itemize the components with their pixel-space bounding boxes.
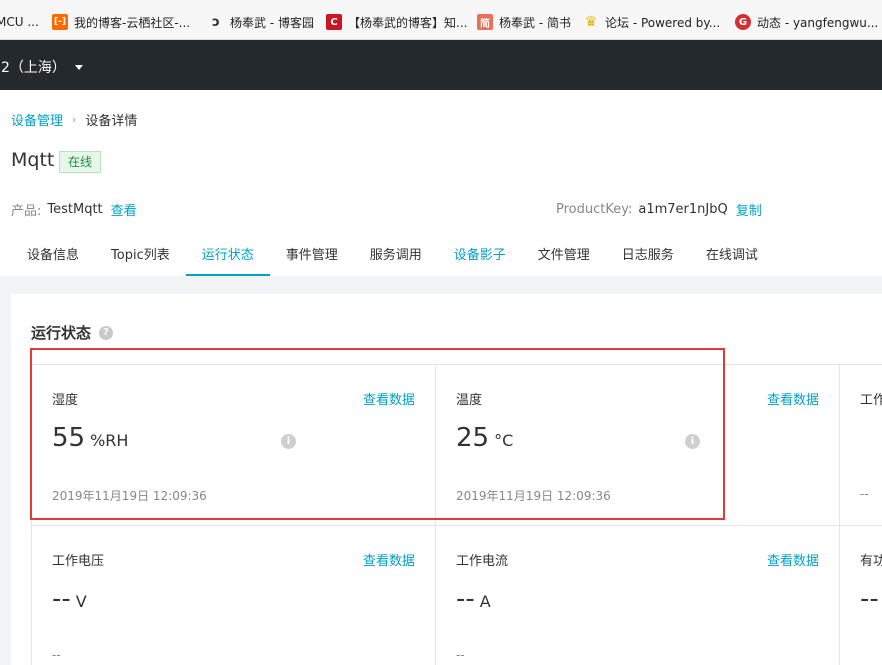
region-selector[interactable]: 东2（上海） bbox=[0, 57, 83, 77]
property-name: 有功 bbox=[860, 554, 882, 569]
bookmark-label: MCU ... bbox=[0, 15, 39, 29]
value-number: 25 bbox=[456, 423, 490, 453]
value-unit: V bbox=[75, 592, 87, 611]
property-grid: 湿度 查看数据 55 %RH i 2019年11月19日 12:09:36 温度… bbox=[31, 364, 882, 665]
cnblogs-icon: ↄ bbox=[212, 14, 220, 30]
bookmark-forum[interactable]: ♛ 论坛 - Powered by... bbox=[583, 12, 721, 32]
g-icon: G bbox=[735, 14, 751, 30]
bookmarks-bar: MCU ... [-] 我的博客-云栖社区-... ↄ 杨奉武 - 博客园 C … bbox=[0, 0, 882, 40]
trophy-icon: ♛ bbox=[584, 14, 598, 30]
property-name: 工作电流 bbox=[456, 554, 509, 569]
property-name: 温度 bbox=[456, 393, 483, 408]
info-icon[interactable]: i bbox=[685, 434, 700, 449]
bookmark-label: 杨奉武 - 博客园 bbox=[230, 15, 314, 30]
caret-down-icon bbox=[74, 65, 83, 70]
property-card-active-power: 有功 -- bbox=[840, 526, 882, 665]
bookmark-dynamic[interactable]: G 动态 - yangfengwu... bbox=[735, 12, 878, 32]
tab-topic-list[interactable]: Topic列表 bbox=[95, 240, 186, 276]
product-key-label: ProductKey: bbox=[556, 202, 633, 217]
product-key-info: ProductKey: a1m7er1nJbQ 复制 bbox=[556, 200, 762, 219]
value-unit: %RH bbox=[90, 431, 129, 450]
view-data-link[interactable]: 查看数据 bbox=[363, 550, 415, 569]
property-value: -- A bbox=[456, 584, 491, 614]
property-card-voltage: 工作电压 查看数据 -- V -- bbox=[32, 526, 436, 665]
jianshu-icon: 简 bbox=[477, 14, 493, 30]
value-number: -- bbox=[860, 584, 879, 614]
bookmark-mcu[interactable]: MCU ... bbox=[0, 12, 39, 32]
update-time: 2019年11月19日 12:09:36 bbox=[52, 489, 207, 503]
run-status-panel: 运行状态 ? 湿度 查看数据 55 %RH i 2019年11月19日 12:0… bbox=[11, 294, 882, 665]
property-card-current: 工作电流 查看数据 -- A -- bbox=[436, 526, 840, 665]
update-time: 2019年11月19日 12:09:36 bbox=[456, 489, 611, 503]
product-key-value: a1m7er1nJbQ bbox=[638, 202, 728, 217]
breadcrumb-device-management[interactable]: 设备管理 bbox=[11, 110, 63, 129]
tab-online-debug[interactable]: 在线调试 bbox=[690, 240, 774, 276]
region-label: 东2（上海） bbox=[0, 60, 66, 76]
property-name: 工作电压 bbox=[52, 554, 105, 569]
update-time: -- bbox=[52, 648, 61, 662]
bookmark-cnblogs[interactable]: ↄ 杨奉武 - 博客园 bbox=[208, 12, 314, 32]
property-value: 25 °C bbox=[456, 423, 513, 453]
breadcrumb-device-detail: 设备详情 bbox=[85, 114, 138, 129]
content-area: 设备管理 › 设备详情 Mqtt 在线 产品: TestMqtt 查看 Prod… bbox=[0, 90, 882, 665]
bookmark-aliyun[interactable]: [-] 我的博客-云栖社区-... bbox=[52, 12, 190, 32]
detail-tabs: 设备信息 Topic列表 运行状态 事件管理 服务调用 设备影子 文件管理 日志… bbox=[11, 240, 774, 276]
copy-key-link[interactable]: 复制 bbox=[736, 200, 762, 219]
device-header: 设备管理 › 设备详情 Mqtt 在线 产品: TestMqtt 查看 Prod… bbox=[0, 90, 882, 276]
tab-file-management[interactable]: 文件管理 bbox=[522, 240, 606, 276]
property-card-temperature: 温度 查看数据 25 °C i 2019年11月19日 12:09:36 bbox=[436, 365, 840, 526]
property-value: -- V bbox=[52, 584, 87, 614]
panel-title-text: 运行状态 bbox=[31, 324, 92, 342]
update-time: -- bbox=[456, 648, 465, 662]
status-badge: 在线 bbox=[59, 151, 102, 173]
tab-device-shadow[interactable]: 设备影子 bbox=[438, 240, 522, 276]
info-icon[interactable]: i bbox=[281, 434, 296, 449]
bookmark-label: 动态 - yangfengwu... bbox=[757, 15, 879, 30]
bookmark-csdn[interactable]: C 【杨奉武的博客】知... bbox=[326, 12, 467, 32]
product-label: 产品: bbox=[11, 204, 42, 219]
view-data-link[interactable]: 查看数据 bbox=[767, 389, 819, 408]
aliyun-icon: [-] bbox=[52, 14, 68, 30]
tab-service-call[interactable]: 服务调用 bbox=[354, 240, 438, 276]
value-unit: °C bbox=[494, 431, 514, 450]
tab-device-info[interactable]: 设备信息 bbox=[11, 240, 95, 276]
tab-event-management[interactable]: 事件管理 bbox=[270, 240, 354, 276]
breadcrumb: 设备管理 › 设备详情 bbox=[11, 110, 137, 129]
view-data-link[interactable]: 查看数据 bbox=[363, 389, 415, 408]
view-product-link[interactable]: 查看 bbox=[111, 200, 137, 219]
tab-log-service[interactable]: 日志服务 bbox=[606, 240, 690, 276]
value-number: -- bbox=[52, 584, 71, 614]
value-unit: A bbox=[479, 592, 491, 611]
bookmark-label: 论坛 - Powered by... bbox=[605, 15, 721, 30]
top-nav: 东2（上海） bbox=[0, 40, 882, 90]
property-name: 工作 bbox=[860, 393, 882, 408]
view-data-link[interactable]: 查看数据 bbox=[767, 550, 819, 569]
value-number: -- bbox=[456, 584, 475, 614]
panel-title: 运行状态 ? bbox=[31, 322, 114, 343]
value-number: 55 bbox=[52, 423, 86, 453]
bookmark-label: 我的博客-云栖社区-... bbox=[74, 15, 191, 30]
property-value: -- bbox=[860, 584, 879, 614]
property-card-work: 工作 -- bbox=[840, 365, 882, 526]
property-card-humidity: 湿度 查看数据 55 %RH i 2019年11月19日 12:09:36 bbox=[32, 365, 436, 526]
tab-run-status[interactable]: 运行状态 bbox=[185, 240, 270, 276]
bookmark-label: 杨奉武 - 简书 bbox=[499, 15, 571, 30]
csdn-icon: C bbox=[326, 14, 342, 30]
product-info: 产品: TestMqtt 查看 bbox=[11, 200, 137, 219]
property-value: 55 %RH bbox=[52, 423, 128, 453]
bookmark-label: 【杨奉武的博客】知... bbox=[348, 15, 468, 30]
bookmark-jianshu[interactable]: 简 杨奉武 - 简书 bbox=[477, 12, 571, 32]
update-time: -- bbox=[860, 487, 869, 501]
property-name: 湿度 bbox=[52, 393, 79, 408]
product-value: TestMqtt bbox=[47, 202, 103, 217]
page-title: Mqtt bbox=[11, 149, 55, 171]
help-icon[interactable]: ? bbox=[99, 325, 114, 340]
chevron-right-icon: › bbox=[72, 113, 77, 126]
